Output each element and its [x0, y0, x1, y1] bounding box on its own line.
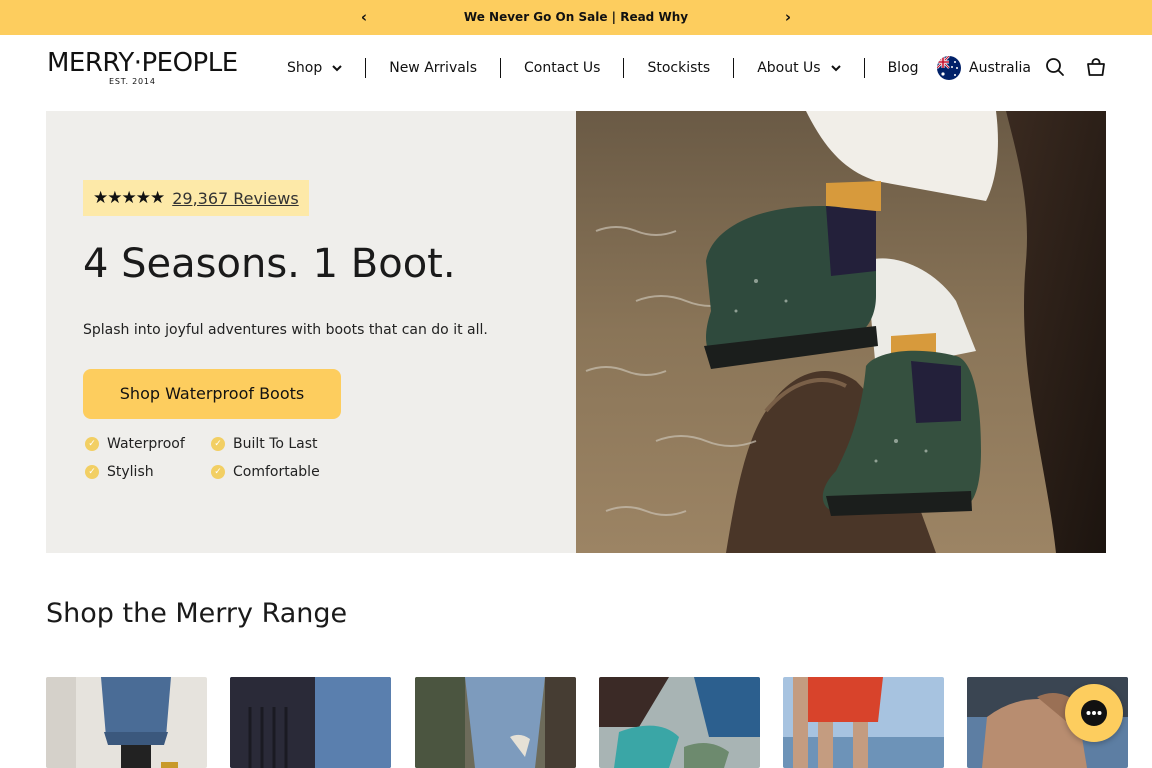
range-card[interactable] — [46, 677, 207, 768]
locale-label: Australia — [969, 60, 1031, 76]
site-header: MERRY·PEOPLE EST. 2014 Shop New Arrivals… — [0, 35, 1152, 101]
feature-item: ✓ Comfortable — [211, 464, 320, 480]
nav-item-label: Stockists — [647, 60, 711, 76]
shop-waterproof-boots-button[interactable]: Shop Waterproof Boots — [83, 369, 341, 419]
feature-label: Comfortable — [233, 464, 320, 480]
nav-item-stockists[interactable]: Stockists — [624, 60, 733, 76]
hero-title: 4 Seasons. 1 Boot. — [83, 241, 456, 287]
range-card[interactable] — [230, 677, 391, 768]
range-card[interactable] — [415, 677, 576, 768]
feature-item: ✓ Waterproof — [85, 436, 185, 452]
australia-flag-icon — [937, 56, 961, 80]
feature-item: ✓ Stylish — [85, 464, 154, 480]
reviews-link[interactable]: 29,367 Reviews — [172, 189, 299, 208]
reviews-badge: ★★★★★ 29,367 Reviews — [83, 180, 309, 216]
brand-wordmark: MERRY·PEOPLE — [47, 48, 238, 78]
hero-banner: ★★★★★ 29,367 Reviews 4 Seasons. 1 Boot. … — [46, 111, 1106, 553]
announcement-next-button[interactable]: › — [776, 0, 800, 35]
range-card[interactable] — [599, 677, 760, 768]
chat-icon — [1081, 700, 1107, 726]
chevron-down-icon — [332, 64, 342, 71]
check-icon: ✓ — [85, 437, 99, 451]
feature-item: ✓ Built To Last — [211, 436, 318, 452]
chat-button[interactable] — [1065, 684, 1123, 742]
hero-content: ★★★★★ 29,367 Reviews 4 Seasons. 1 Boot. … — [46, 111, 576, 553]
nav-item-new-arrivals[interactable]: New Arrivals — [366, 60, 500, 76]
nav-item-shop[interactable]: Shop — [264, 60, 365, 76]
nav-item-blog[interactable]: Blog — [865, 60, 942, 76]
search-icon[interactable] — [1044, 56, 1066, 78]
nav-item-about-us[interactable]: About Us — [734, 60, 863, 76]
range-card[interactable] — [783, 677, 944, 768]
brand-established: EST. 2014 — [109, 77, 156, 86]
star-rating-icon: ★★★★★ — [93, 188, 165, 208]
nav-item-contact-us[interactable]: Contact Us — [501, 60, 623, 76]
nav-item-label: Shop — [287, 60, 323, 76]
chevron-down-icon — [830, 64, 841, 71]
feature-label: Stylish — [107, 464, 154, 480]
hero-image — [576, 111, 1106, 553]
nav-item-label: Blog — [887, 60, 919, 76]
nav-item-label: About Us — [757, 60, 821, 76]
announcement-message[interactable]: We Never Go On Sale | Read Why — [0, 0, 1152, 35]
feature-label: Waterproof — [107, 436, 185, 452]
locale-selector[interactable]: Australia — [937, 56, 1031, 80]
cart-icon[interactable] — [1085, 56, 1107, 78]
announcement-bar: ‹ We Never Go On Sale | Read Why › — [0, 0, 1152, 35]
feature-label: Built To Last — [233, 436, 318, 452]
hero-subtitle: Splash into joyful adventures with boots… — [83, 322, 488, 338]
check-icon: ✓ — [211, 465, 225, 479]
check-icon: ✓ — [85, 465, 99, 479]
nav-item-label: Contact Us — [524, 60, 601, 76]
brand-logo[interactable]: MERRY·PEOPLE EST. 2014 — [47, 48, 238, 88]
check-icon: ✓ — [211, 437, 225, 451]
main-nav: Shop New Arrivals Contact Us Stockists A… — [264, 35, 942, 101]
nav-item-label: New Arrivals — [389, 60, 477, 76]
range-section-title: Shop the Merry Range — [46, 598, 348, 629]
